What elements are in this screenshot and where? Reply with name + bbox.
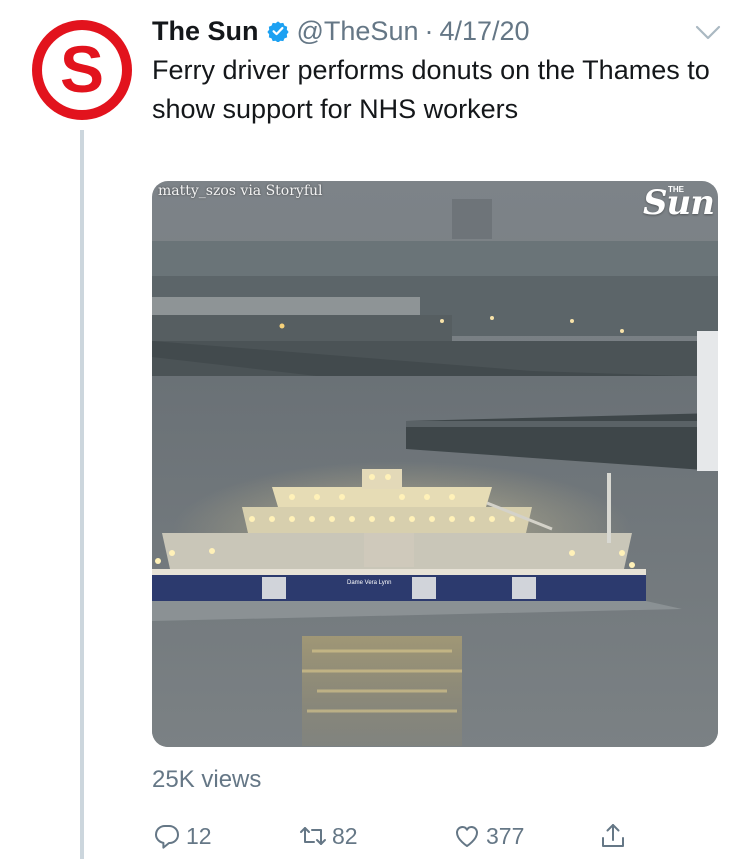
tweet-header: The Sun @TheSun · 4/17/20 [152,14,530,48]
caret-down-icon[interactable] [694,22,722,44]
handle[interactable]: @TheSun [297,16,419,47]
reply-count: 12 [186,822,212,849]
tweet-text: Ferry driver performs donuts on the Tham… [152,55,710,124]
avatar-letter: S [60,32,104,106]
retweet-button[interactable]: 82 [298,816,358,856]
tweet-media-video[interactable]: Dame Vera Lynn matty_szos via Storyful T… [152,181,718,747]
tweet-date[interactable]: 4/17/20 [439,16,529,47]
verified-icon [266,21,289,42]
separator-dot: · [424,15,434,46]
like-icon [456,826,478,847]
reply-icon [155,825,179,849]
share-button[interactable] [598,816,632,856]
tweet-actions: 12 82 377 [152,816,642,856]
sun-logo-icon: S [32,20,132,120]
like-count: 377 [486,822,525,849]
thread-line [80,130,84,859]
ferry-scene-image: Dame Vera Lynn [152,181,718,747]
media-credit: matty_szos via Storyful [158,183,323,199]
media-watermark: Sun [643,183,715,223]
retweet-count: 82 [332,822,358,849]
ferry-hull-name: Dame Vera Lynn [347,580,391,586]
display-name[interactable]: The Sun [152,16,259,47]
reply-button[interactable]: 12 [152,816,212,856]
avatar[interactable]: S [30,18,134,122]
share-icon [602,824,624,847]
like-button[interactable]: 377 [452,816,524,856]
view-count: 25K views [152,766,262,793]
retweet-icon [300,827,326,845]
